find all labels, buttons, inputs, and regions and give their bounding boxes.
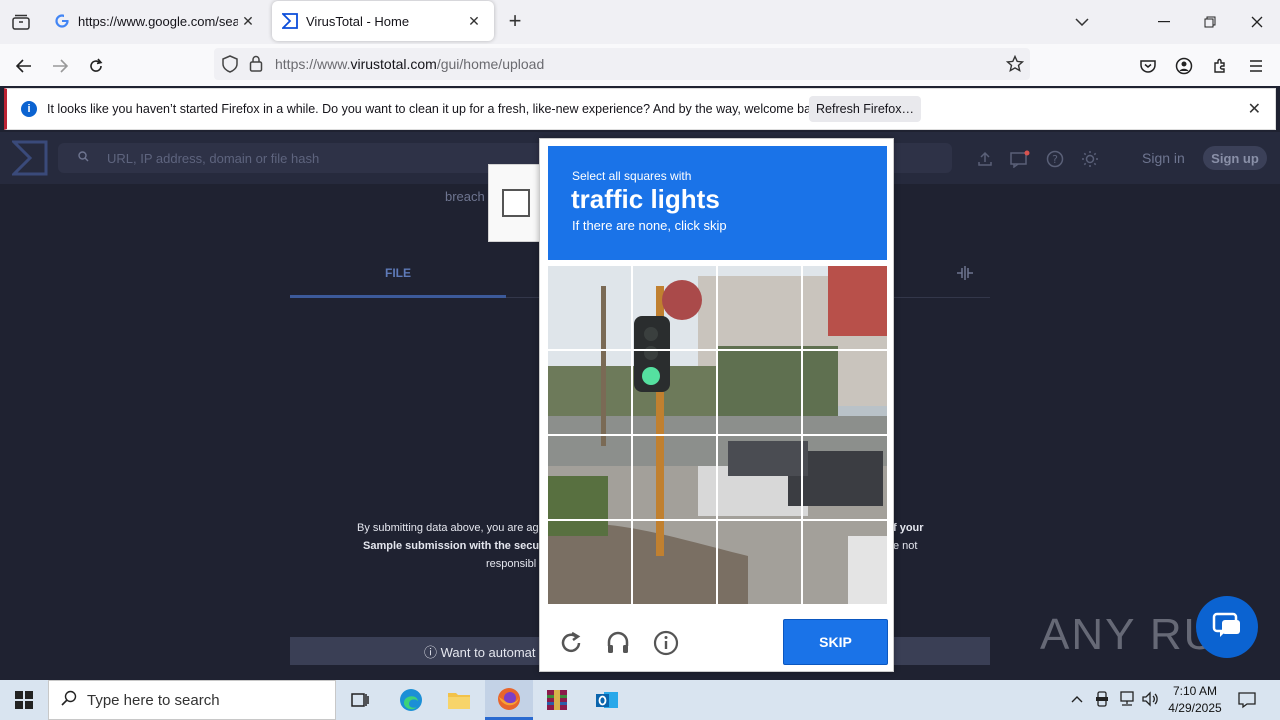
captcha-checkbox-widget (488, 164, 540, 242)
close-window-icon[interactable] (1243, 8, 1271, 36)
close-notification-icon[interactable]: ✕ (1248, 99, 1261, 119)
back-icon[interactable] (10, 52, 38, 80)
pocket-icon[interactable] (1134, 52, 1162, 80)
clock-time: 7:10 AM (1172, 684, 1218, 698)
minimize-icon[interactable] (1150, 8, 1178, 36)
account-icon[interactable] (1170, 52, 1198, 80)
tab-google[interactable]: https://www.google.com/search ✕ (44, 1, 268, 41)
svg-text:?: ? (1052, 153, 1058, 166)
notification-center-icon[interactable] (1238, 691, 1256, 712)
captcha-instruction: Select all squares with (572, 169, 692, 183)
reload-challenge-icon[interactable] (557, 629, 585, 657)
clock-date: 4/29/2025 (1168, 701, 1222, 715)
tray-device-icon[interactable] (1095, 691, 1109, 710)
tray-chevron-up-icon[interactable] (1071, 691, 1083, 706)
edge-browser-icon[interactable] (387, 680, 435, 720)
notifications-chat-icon[interactable] (1009, 148, 1031, 170)
volume-icon[interactable] (1142, 691, 1160, 710)
forward-icon[interactable] (46, 52, 74, 80)
tab-list-icon[interactable] (8, 10, 34, 34)
bookmark-star-icon[interactable] (1005, 54, 1025, 78)
terms-text-right2: e not (893, 540, 918, 552)
automate-text: ⓘ Want to automat (424, 644, 536, 660)
search-icon (78, 151, 89, 165)
captcha-challenge: Select all squares with traffic lights I… (539, 138, 894, 672)
skip-button[interactable]: SKIP (783, 619, 888, 665)
captcha-image-grid[interactable] (548, 266, 887, 604)
terms-text-line2: Sample submission with the secur (363, 540, 544, 552)
restore-icon[interactable] (1196, 8, 1224, 36)
upload-icon[interactable] (974, 148, 996, 170)
tab-bar: https://www.google.com/search ✕ VirusTot… (0, 0, 1280, 44)
captcha-header: Select all squares with traffic lights I… (548, 146, 887, 260)
tab-file[interactable]: FILE (385, 266, 411, 280)
task-view-icon[interactable] (336, 680, 384, 720)
breach-text: breach (445, 189, 485, 204)
taskbar-search-placeholder: Type here to search (87, 691, 220, 709)
google-icon (54, 13, 70, 29)
url-bar[interactable]: https://www.virustotal.com/gui/home/uplo… (214, 48, 1030, 80)
search-tab-icon[interactable] (956, 265, 974, 284)
info-icon: i (21, 101, 37, 117)
url-text[interactable]: https://www.virustotal.com/gui/home/uplo… (275, 56, 544, 72)
notification-message: It looks like you haven’t started Firefo… (47, 102, 828, 116)
windows-start-icon[interactable] (0, 680, 48, 720)
terms-text-right1: f your (893, 522, 924, 534)
tab-overflow-chevron-icon[interactable] (1068, 8, 1096, 36)
menu-hamburger-icon[interactable] (1242, 52, 1270, 80)
network-icon[interactable] (1118, 691, 1136, 710)
search-placeholder: URL, IP address, domain or file hash (107, 150, 320, 166)
virustotal-logo-icon[interactable] (10, 140, 48, 181)
firefox-notification-bar: i It looks like you haven’t started Fire… (4, 88, 1276, 130)
tab-active-underline (290, 295, 506, 298)
firefox-icon[interactable] (485, 680, 533, 720)
sign-in-link[interactable]: Sign in (1142, 150, 1185, 166)
lock-icon[interactable] (249, 55, 263, 77)
search-icon (61, 690, 77, 711)
tab-title: https://www.google.com/search (78, 13, 238, 29)
extensions-icon[interactable] (1206, 52, 1234, 80)
info-icon[interactable] (652, 629, 680, 657)
captcha-hint: If there are none, click skip (572, 218, 727, 233)
help-icon[interactable]: ? (1044, 148, 1066, 170)
tab-title: VirusTotal - Home (306, 13, 410, 29)
new-tab-button[interactable]: + (503, 10, 527, 34)
close-tab-icon[interactable]: ✕ (238, 13, 258, 30)
winrar-icon[interactable] (533, 680, 581, 720)
tab-virustotal[interactable]: VirusTotal - Home ✕ (272, 1, 494, 41)
navigation-bar: https://www.virustotal.com/gui/home/uplo… (0, 44, 1280, 86)
windows-taskbar: Type here to search 7:10 AM 4/29/2025 (0, 680, 1280, 720)
taskbar-search-input[interactable]: Type here to search (48, 680, 336, 720)
reload-icon[interactable] (82, 52, 110, 80)
theme-sun-icon[interactable] (1079, 148, 1101, 170)
close-tab-icon[interactable]: ✕ (464, 13, 484, 30)
taskbar-clock[interactable]: 7:10 AM 4/29/2025 (1164, 683, 1226, 717)
terms-text-line1: By submitting data above, you are ag (357, 522, 539, 534)
file-explorer-icon[interactable] (435, 680, 483, 720)
audio-challenge-headphones-icon[interactable] (604, 629, 632, 657)
virustotal-icon (282, 13, 298, 29)
outlook-icon[interactable] (583, 680, 631, 720)
chat-support-icon[interactable] (1196, 596, 1258, 658)
sign-up-button[interactable]: Sign up (1203, 146, 1267, 170)
terms-text-line3: responsibl (486, 558, 537, 570)
captcha-target: traffic lights (571, 184, 720, 214)
tracking-shield-icon[interactable] (222, 55, 238, 78)
captcha-checkbox[interactable] (502, 189, 530, 217)
refresh-firefox-button[interactable]: Refresh Firefox… (809, 96, 921, 122)
